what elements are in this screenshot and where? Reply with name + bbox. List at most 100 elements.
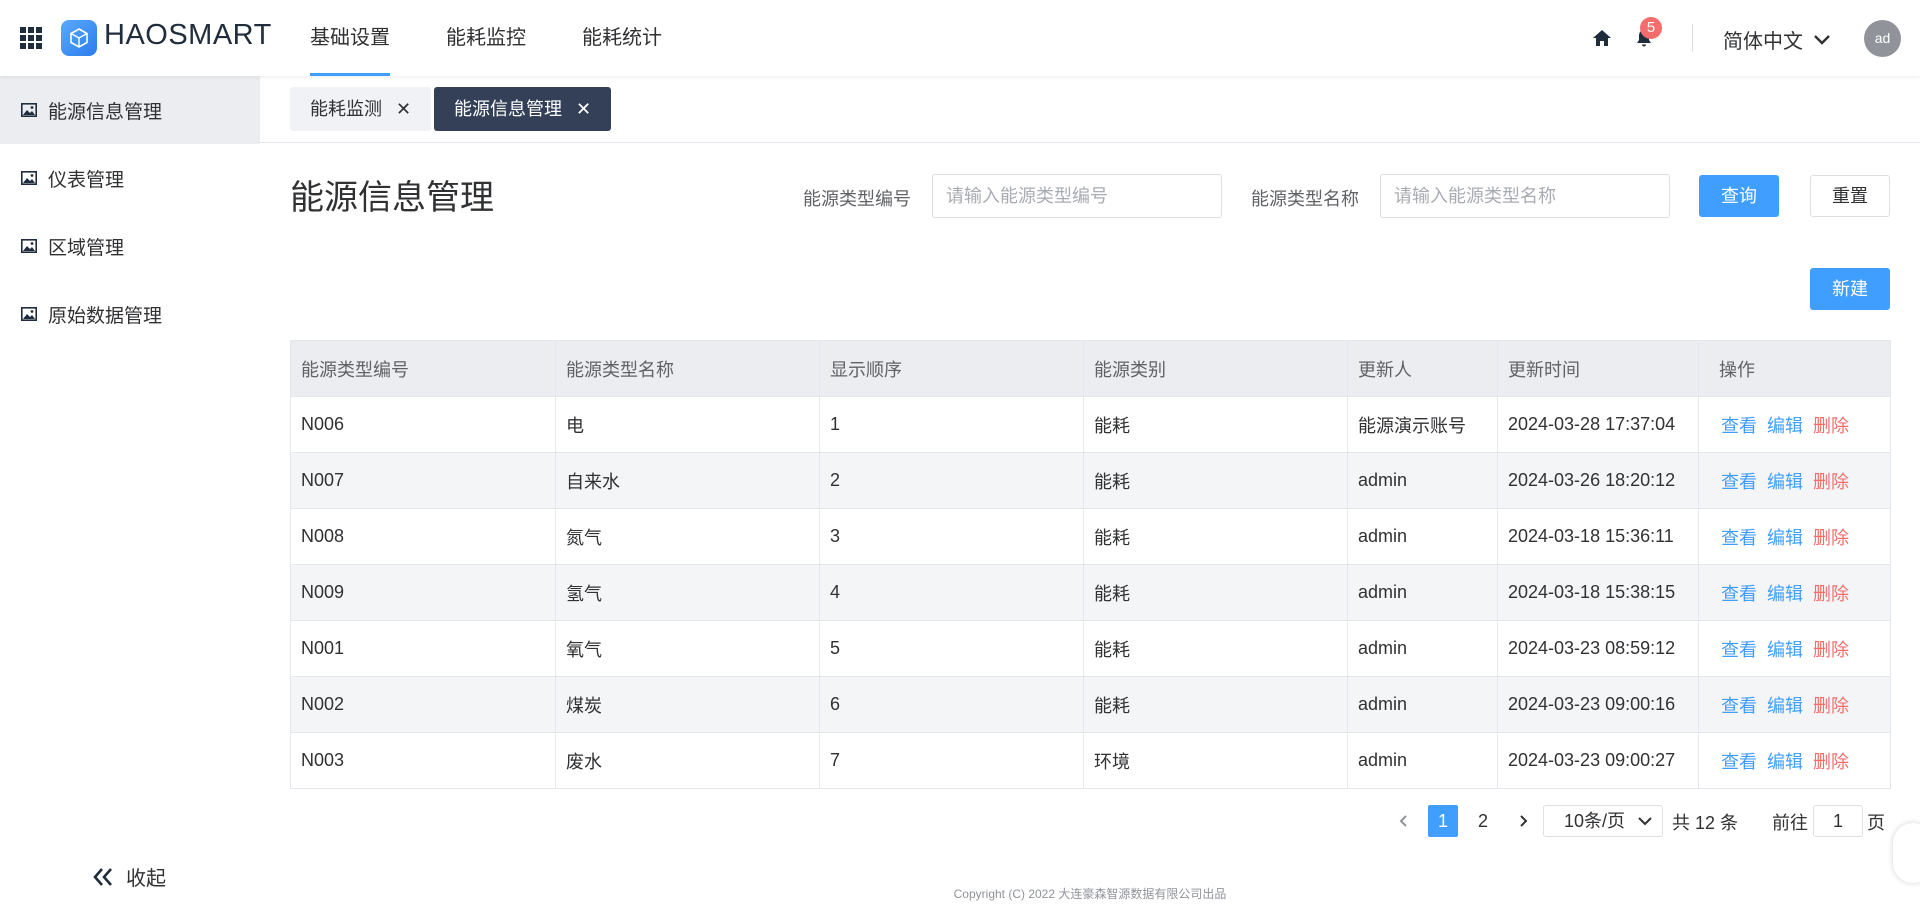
delete-link[interactable]: 删除 [1813, 472, 1849, 492]
sidebar-item-label: 仪表管理 [48, 169, 125, 191]
image-icon [21, 103, 37, 117]
close-icon[interactable]: ✕ [576, 100, 591, 118]
page-number[interactable]: 1 [1428, 805, 1458, 837]
sidebar-item-raw-data[interactable]: 原始数据管理 [0, 280, 260, 348]
new-button[interactable]: 新建 [1810, 268, 1890, 310]
table-cell: 2024-03-26 18:20:12 [1497, 452, 1699, 509]
logo-text: HAOSMART [104, 19, 272, 51]
chevron-down-icon [1814, 34, 1830, 45]
copyright-footer: Copyright (C) 2022 大连豪森智源数据有限公司出品 [953, 887, 1227, 901]
double-chevron-left-icon [93, 867, 112, 886]
top-nav: 基础设置 能耗监控 能耗统计 [310, 0, 718, 76]
close-icon[interactable]: ✕ [396, 100, 411, 118]
delete-link[interactable]: 删除 [1813, 416, 1849, 436]
name-filter-input[interactable] [1380, 174, 1670, 218]
delete-link[interactable]: 删除 [1813, 752, 1849, 772]
delete-link[interactable]: 删除 [1813, 584, 1849, 604]
image-icon [21, 239, 37, 253]
collapse-button[interactable]: 收起 [92, 862, 166, 891]
table-row: N002 煤炭 6 能耗 admin 2024-03-23 09:00:16 查看 编辑 删除 [290, 676, 1891, 733]
column-header: 显示顺序 [819, 340, 1084, 397]
view-link[interactable]: 查看 [1721, 528, 1757, 548]
delete-link[interactable]: 删除 [1813, 528, 1849, 548]
collapse-label: 收起 [126, 868, 166, 890]
view-link[interactable]: 查看 [1721, 640, 1757, 660]
energy-table: 能源类型编号 能源类型名称 显示顺序 能源类别 更新人 更新时间 操作 N006… [290, 340, 1891, 789]
next-page-icon[interactable] [1513, 805, 1533, 837]
image-icon [21, 307, 37, 321]
main-panel: 能源信息管理 能源类型编号 能源类型名称 查询 重置 新建 能源类型编号 能源类… [260, 143, 1920, 911]
tab-energy-info[interactable]: 能源信息管理 ✕ [434, 87, 612, 131]
table-cell: 2024-03-28 17:37:04 [1497, 396, 1699, 453]
goto-page-input[interactable] [1813, 805, 1863, 837]
tabs-bar: 能耗监测 ✕ 能源信息管理 ✕ [260, 76, 1920, 143]
edit-link[interactable]: 编辑 [1767, 528, 1803, 548]
name-filter-label: 能源类型名称 [1251, 189, 1359, 209]
table-cell: 能耗 [1083, 396, 1348, 453]
row-actions: 查看 编辑 删除 [1698, 676, 1891, 733]
table-cell: 氮气 [555, 508, 820, 565]
table-cell: 2024-03-18 15:38:15 [1497, 564, 1699, 621]
image-icon [21, 171, 37, 185]
table-cell: admin [1347, 564, 1498, 621]
edit-link[interactable]: 编辑 [1767, 472, 1803, 492]
nav-energy-statistics[interactable]: 能耗统计 [582, 0, 662, 76]
column-header: 能源类型名称 [555, 340, 820, 397]
user-avatar[interactable]: ad [1864, 20, 1901, 57]
row-actions: 查看 编辑 删除 [1698, 452, 1891, 509]
sidebar-item-energy-info[interactable]: 能源信息管理 [0, 76, 260, 144]
table-cell: 2024-03-23 09:00:16 [1497, 676, 1699, 733]
table-row: N009 氢气 4 能耗 admin 2024-03-18 15:38:15 查看 编辑 删除 [290, 564, 1891, 621]
table-cell: 7 [819, 732, 1084, 789]
table-cell: 1 [819, 396, 1084, 453]
edit-link[interactable]: 编辑 [1767, 752, 1803, 772]
column-header: 能源类别 [1083, 340, 1348, 397]
home-icon[interactable] [1591, 27, 1613, 49]
floating-tool-button[interactable] [1893, 823, 1920, 883]
edit-link[interactable]: 编辑 [1767, 416, 1803, 436]
table-cell: 2024-03-23 08:59:12 [1497, 620, 1699, 677]
view-link[interactable]: 查看 [1721, 752, 1757, 772]
table-cell: admin [1347, 620, 1498, 677]
sidebar-item-meter[interactable]: 仪表管理 [0, 144, 260, 212]
column-header: 更新人 [1347, 340, 1498, 397]
edit-link[interactable]: 编辑 [1767, 696, 1803, 716]
table-cell: 6 [819, 676, 1084, 733]
table-cell: 能耗 [1083, 620, 1348, 677]
page-size-select[interactable]: 10条/页 [1543, 805, 1663, 837]
language-label: 简体中文 [1723, 31, 1803, 53]
view-link[interactable]: 查看 [1721, 696, 1757, 716]
code-filter-label: 能源类型编号 [803, 189, 911, 209]
sidebar-item-label: 区域管理 [48, 237, 125, 259]
table-cell: N002 [290, 676, 556, 733]
sidebar-item-area[interactable]: 区域管理 [0, 212, 260, 280]
view-link[interactable]: 查看 [1721, 584, 1757, 604]
tab-label: 能源信息管理 [454, 99, 562, 119]
language-select[interactable]: 简体中文 [1723, 25, 1831, 54]
row-actions: 查看 编辑 删除 [1698, 620, 1891, 677]
table-cell: 氧气 [555, 620, 820, 677]
nav-energy-monitor[interactable]: 能耗监控 [446, 0, 526, 76]
header-divider [1692, 24, 1693, 52]
app-grid-icon[interactable] [20, 27, 42, 49]
table-row: N007 自来水 2 能耗 admin 2024-03-26 18:20:12 查看 编辑 删除 [290, 452, 1891, 509]
top-header: HAOSMART 基础设置 能耗监控 能耗统计 5 简体中文 ad [0, 0, 1920, 76]
table-cell: N008 [290, 508, 556, 565]
reset-button[interactable]: 重置 [1810, 175, 1890, 217]
code-filter-input[interactable] [932, 174, 1222, 218]
query-button[interactable]: 查询 [1699, 175, 1779, 217]
view-link[interactable]: 查看 [1721, 472, 1757, 492]
tab-energy-monitoring[interactable]: 能耗监测 ✕ [290, 87, 432, 131]
row-actions: 查看 编辑 删除 [1698, 508, 1891, 565]
view-link[interactable]: 查看 [1721, 416, 1757, 436]
edit-link[interactable]: 编辑 [1767, 640, 1803, 660]
edit-link[interactable]: 编辑 [1767, 584, 1803, 604]
delete-link[interactable]: 删除 [1813, 696, 1849, 716]
goto-prefix: 前往 [1772, 813, 1808, 833]
page-number[interactable]: 2 [1468, 805, 1498, 837]
table-cell: 电 [555, 396, 820, 453]
prev-page-icon[interactable] [1393, 805, 1413, 837]
delete-link[interactable]: 删除 [1813, 640, 1849, 660]
nav-basic-settings[interactable]: 基础设置 [310, 0, 390, 76]
table-cell: 能耗 [1083, 452, 1348, 509]
